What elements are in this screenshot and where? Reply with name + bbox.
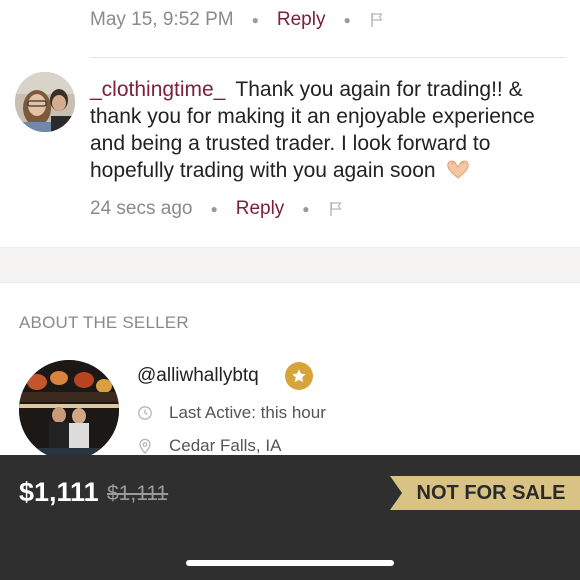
separator-dot: ● <box>251 13 259 27</box>
prev-comment-meta: May 15, 9:52 PM ● Reply ● <box>90 9 385 31</box>
original-price: $1,111 <box>107 482 169 505</box>
separator-dot: ● <box>210 202 218 216</box>
not-for-sale-badge: NOT FOR SALE <box>390 476 580 510</box>
star-icon <box>285 362 313 390</box>
about-seller-title: ABOUT THE SELLER <box>19 313 189 332</box>
seller-username[interactable]: @alliwhallybtq <box>137 365 259 387</box>
prev-comment-timestamp: May 15, 9:52 PM <box>90 9 234 30</box>
flag-icon[interactable] <box>328 201 344 217</box>
section-divider-band <box>0 247 580 283</box>
heart-hands-icon <box>447 160 470 179</box>
last-active-text: Last Active: this hour <box>169 403 326 422</box>
home-indicator[interactable] <box>186 560 394 566</box>
comment-timestamp: 24 secs ago <box>90 198 193 219</box>
comment-meta: 24 secs ago ● Reply ● <box>90 198 344 220</box>
comment-body: _clothingtime_ Thank you again for tradin… <box>90 76 568 184</box>
commenter-avatar[interactable] <box>15 72 75 132</box>
location-pin-icon <box>139 438 151 454</box>
last-active-row: Last Active: this hour <box>137 403 326 423</box>
reply-button[interactable]: Reply <box>236 198 285 220</box>
listing-price: $1,111 <box>19 477 99 507</box>
seller-avatar[interactable] <box>19 360 119 460</box>
comment-username[interactable]: _clothingtime_ <box>90 78 225 101</box>
divider <box>90 57 566 58</box>
location-text: Cedar Falls, IA <box>169 436 282 455</box>
flag-icon[interactable] <box>369 12 385 28</box>
separator-dot: ● <box>343 13 351 27</box>
location-row: Cedar Falls, IA <box>137 436 281 456</box>
prev-reply-button[interactable]: Reply <box>277 9 326 31</box>
clock-icon <box>138 406 152 420</box>
separator-dot: ● <box>302 202 310 216</box>
